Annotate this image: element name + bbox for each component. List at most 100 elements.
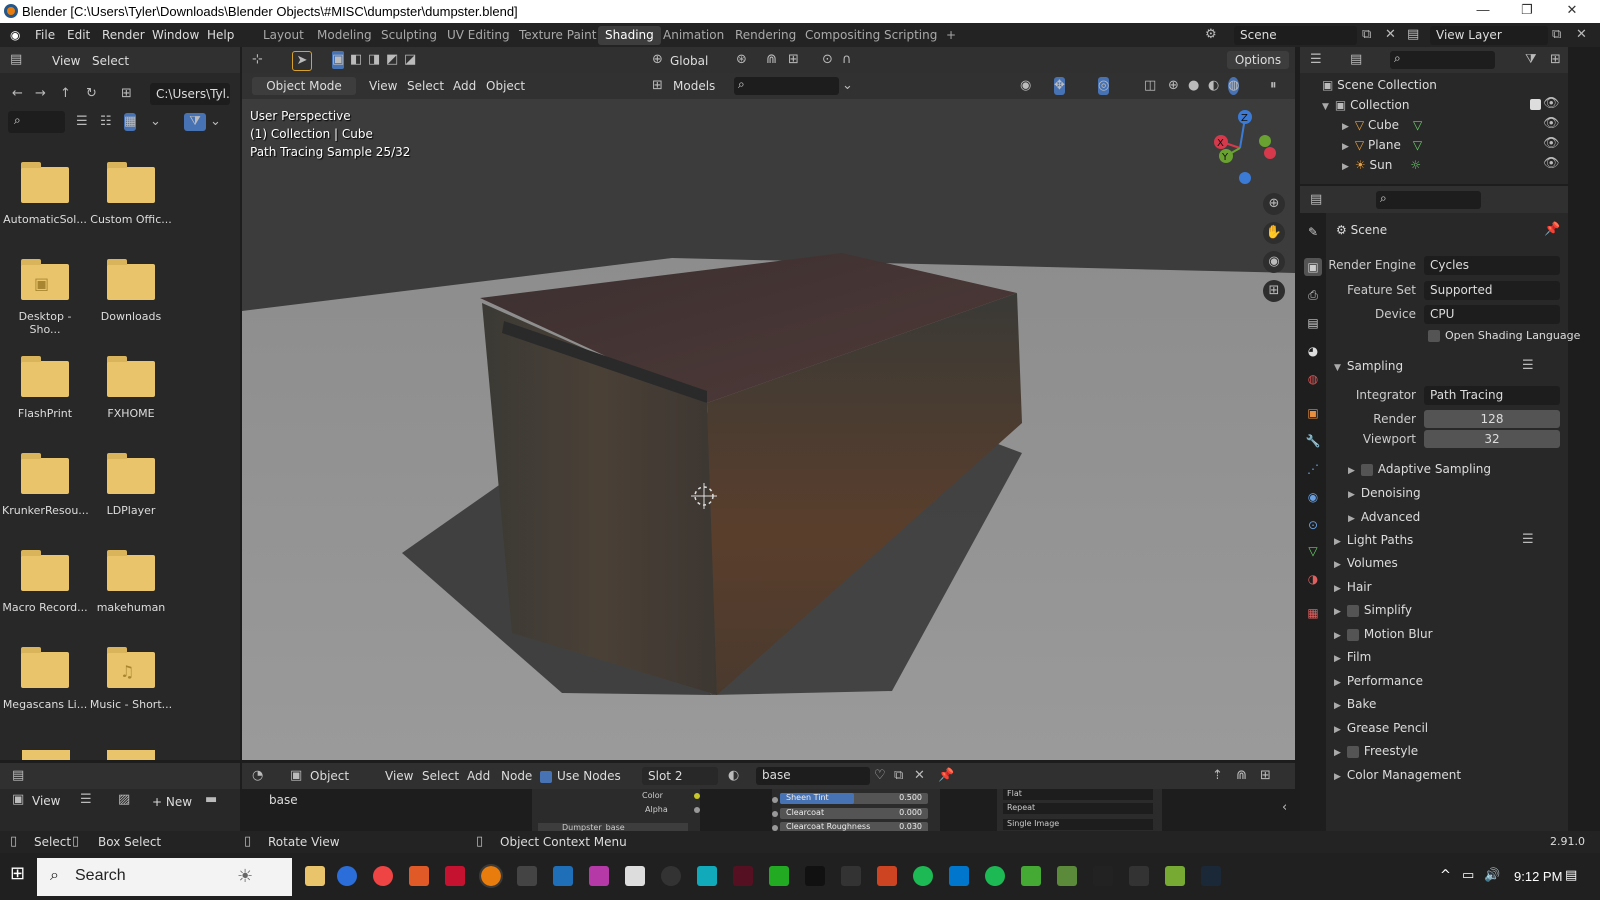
expand-arrow-icon[interactable]: ▶ <box>1348 490 1355 500</box>
viewport-select-menu[interactable]: Select <box>407 79 444 93</box>
image-editor-icon[interactable]: ▣ <box>12 791 24 809</box>
notifications-icon[interactable]: ▤ <box>1565 867 1577 885</box>
viewport-object-menu[interactable]: Object <box>486 79 525 93</box>
wireframe-shading-icon[interactable]: ⊕ <box>1168 77 1179 95</box>
pause-render-icon[interactable]: ⏸ <box>1270 77 1277 95</box>
editor-type-icon[interactable]: ◔ <box>252 767 263 785</box>
thumbnails-icon[interactable]: ▦ <box>124 113 137 131</box>
film-panel[interactable]: ▶ Film <box>1334 650 1371 664</box>
tab-layout[interactable]: Layout <box>256 26 311 45</box>
checkbox[interactable] <box>1346 745 1359 758</box>
app-icon[interactable] <box>769 866 789 886</box>
view-layer-tab-icon[interactable]: ▤ <box>1304 314 1322 332</box>
gizmo-toggle-icon[interactable]: ✥ <box>1054 77 1065 95</box>
snap-icon[interactable]: ⋒ <box>1236 767 1247 785</box>
rendered-shading-icon[interactable]: ◍ <box>1228 77 1240 95</box>
extension-dropdown[interactable]: Repeat <box>1003 803 1153 814</box>
tab-scripting[interactable]: Scripting <box>877 26 944 45</box>
expand-arrow-icon[interactable]: ▶ <box>1342 162 1349 172</box>
advanced-subpanel[interactable]: ▶ Advanced <box>1348 510 1420 524</box>
refresh-icon[interactable]: ↻ <box>86 85 97 103</box>
tab-sculpting[interactable]: Sculpting <box>374 26 444 45</box>
parent-dir-icon[interactable]: ↑ <box>60 85 71 103</box>
taskbar-search-box[interactable]: ⌕ Search ☀ <box>37 858 292 896</box>
bake-panel[interactable]: ▶ Bake <box>1334 697 1376 711</box>
input-socket[interactable] <box>772 797 778 803</box>
constraints-tab-icon[interactable]: ⊙ <box>1304 516 1322 534</box>
se-view-menu[interactable]: View <box>385 769 413 783</box>
forward-icon[interactable]: → <box>35 85 46 103</box>
checkbox[interactable] <box>540 770 552 783</box>
close-button[interactable]: ✕ <box>1557 2 1587 20</box>
exclude-checkbox[interactable] <box>1530 99 1541 110</box>
outliner-search-input[interactable]: ⌕ <box>1390 51 1495 69</box>
steam-icon[interactable] <box>1201 866 1221 886</box>
remove-view-layer-icon[interactable]: ✕ <box>1576 26 1587 44</box>
expand-arrow-icon[interactable]: ▶ <box>1334 537 1341 547</box>
tab-shading[interactable]: Shading <box>598 26 661 45</box>
se-select-menu[interactable]: Select <box>422 769 459 783</box>
checkbox[interactable] <box>1360 463 1373 476</box>
volume-icon[interactable]: 🔊 <box>1484 867 1500 885</box>
menu-help[interactable]: Help <box>207 28 234 42</box>
back-icon[interactable]: ← <box>12 85 23 103</box>
menu-window[interactable]: Window <box>152 28 199 42</box>
file-item[interactable]: Macro Record... <box>2 550 88 614</box>
snap-element-icon[interactable]: ⊞ <box>1260 767 1271 785</box>
modifier-tab-icon[interactable]: 🔧 <box>1304 432 1322 450</box>
editor-type-icon[interactable]: ▤ <box>10 51 22 69</box>
denoising-subpanel[interactable]: ▶ Denoising <box>1348 486 1421 500</box>
app-icon[interactable] <box>1129 866 1149 886</box>
tab-texture-paint[interactable]: Texture Paint <box>512 26 603 45</box>
adaptive-sampling-subpanel[interactable]: ▶ Adaptive Sampling <box>1348 462 1491 476</box>
app-icon[interactable] <box>409 866 429 886</box>
new-collection-icon[interactable]: ⊞ <box>1550 51 1561 69</box>
sidebar-toggle-icon[interactable]: ‹ <box>1282 799 1287 817</box>
parent-node-tree-icon[interactable]: ⇡ <box>1212 767 1223 785</box>
expand-arrow-icon[interactable]: ▶ <box>1334 772 1341 782</box>
osl-checkbox[interactable]: Open Shading Language <box>1428 329 1580 342</box>
motion-blur-panel[interactable]: ▶ Motion Blur <box>1334 627 1433 641</box>
snap-target-icon[interactable]: ⊞ <box>788 51 799 69</box>
integrator-dropdown[interactable]: Path Tracing <box>1424 386 1560 405</box>
world-tab-icon[interactable]: ◍ <box>1304 370 1322 388</box>
fb-view-menu[interactable]: View <box>52 54 80 68</box>
material-name-field[interactable]: base <box>756 767 870 785</box>
tab-uv-editing[interactable]: UV Editing <box>440 26 517 45</box>
expand-arrow-icon[interactable]: ▶ <box>1334 631 1341 641</box>
app-icon[interactable] <box>805 866 825 886</box>
edge-icon[interactable] <box>337 866 357 886</box>
select-mode-subtract-icon[interactable]: ◨ <box>368 51 380 69</box>
app-icon[interactable] <box>625 866 645 886</box>
options-dropdown[interactable]: Options <box>1227 51 1289 69</box>
expand-arrow-icon[interactable]: ▶ <box>1334 748 1341 758</box>
pin-icon[interactable]: 📌 <box>1544 221 1560 239</box>
3d-viewport[interactable]: Object Mode View Select Add Object ⊞ Mod… <box>242 73 1295 760</box>
dropdown-icon[interactable]: ⌄ <box>842 77 853 95</box>
expand-arrow-icon[interactable]: ▶ <box>1334 607 1341 617</box>
menu-edit[interactable]: Edit <box>67 28 90 42</box>
texture-tab-icon[interactable]: ▦ <box>1304 604 1322 622</box>
file-item[interactable]: AutomaticSol... <box>2 162 88 226</box>
windows-start-icon[interactable]: ⊞ <box>10 865 25 883</box>
app-icon[interactable] <box>913 866 933 886</box>
chrome-icon[interactable] <box>373 866 393 886</box>
expand-arrow-icon[interactable]: ▶ <box>1334 560 1341 570</box>
editor-type-icon[interactable]: ▤ <box>1310 191 1322 209</box>
fake-user-icon[interactable]: ♡ <box>874 767 886 785</box>
filter-icon[interactable]: ⧩ <box>1525 51 1537 69</box>
visibility-icon[interactable]: ◉ <box>1020 77 1031 95</box>
clearcoat-roughness-slider[interactable]: Clearcoat Roughness 0.030 <box>780 822 928 831</box>
unity-icon[interactable] <box>517 866 537 886</box>
app-icon[interactable] <box>1021 866 1041 886</box>
material-shading-icon[interactable]: ◐ <box>1208 77 1219 95</box>
scene-collection-row[interactable]: ▣ Scene Collection <box>1322 78 1437 92</box>
freestyle-panel[interactable]: ▶ Freestyle <box>1334 744 1418 758</box>
app-icon[interactable] <box>877 866 897 886</box>
blender-taskbar-icon[interactable] <box>479 864 503 888</box>
select-mode-intersect-icon[interactable]: ◪ <box>404 51 416 69</box>
file-item[interactable]: Downloads <box>88 259 174 323</box>
feature-set-dropdown[interactable]: Supported <box>1424 281 1560 300</box>
select-mode-new-icon[interactable]: ▣ <box>332 51 345 69</box>
pin-icon[interactable]: 📌 <box>938 767 954 785</box>
